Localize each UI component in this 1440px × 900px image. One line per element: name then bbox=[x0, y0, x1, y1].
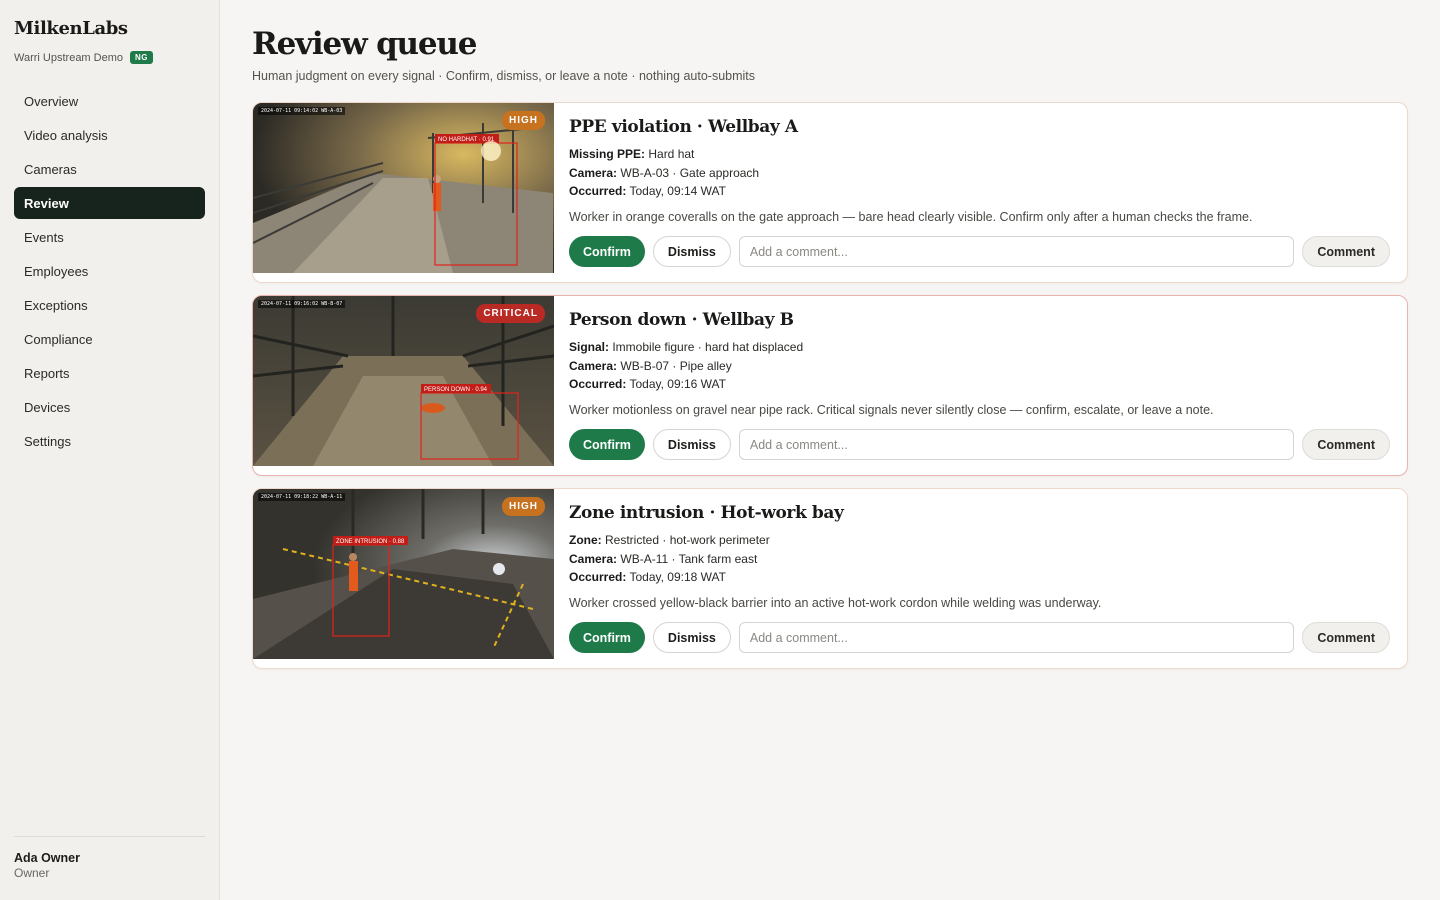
sidebar-item-devices[interactable]: Devices bbox=[14, 391, 205, 423]
page-title: Review queue bbox=[252, 26, 477, 62]
severity-badge: CRITICAL bbox=[476, 304, 545, 323]
meta-label: Signal: bbox=[569, 340, 610, 354]
meta-value: WB-A-11 · Tank farm east bbox=[617, 552, 758, 566]
meta-label: Camera: bbox=[569, 359, 618, 373]
card-description: Worker motionless on gravel near pipe ra… bbox=[569, 403, 1214, 417]
severity-badge: HIGH bbox=[502, 497, 545, 516]
detection-label: PERSON DOWN · 0.94 bbox=[424, 387, 488, 393]
user-role: Owner bbox=[14, 866, 50, 880]
camera-thumbnail[interactable]: ZONE INTRUSION · 0.88 2024-07-11 09:18:2… bbox=[253, 489, 554, 659]
meta-value: Today, 09:14 WAT bbox=[626, 184, 726, 198]
camera-thumbnail[interactable]: PERSON DOWN · 0.94 2024-07-11 09:16:02 W… bbox=[253, 296, 554, 466]
camera-thumbnail[interactable]: NO HARDHAT · 0.91 2024-07-11 09:14:02 WB… bbox=[253, 103, 554, 273]
meta-missing-ppe: Missing PPE: Hard hat bbox=[569, 147, 694, 161]
page-subtitle: Human judgment on every signal · Confirm… bbox=[252, 69, 756, 83]
sidebar-item-compliance[interactable]: Compliance bbox=[14, 323, 205, 355]
sidebar-item-video-analysis[interactable]: Video analysis bbox=[14, 119, 205, 151]
comment-input[interactable] bbox=[738, 429, 1295, 460]
thumbnail-timestamp: 2024-07-11 09:14:02 WB-A-03 bbox=[258, 107, 346, 115]
meta-occurred: Occurred: Today, 09:14 WAT bbox=[569, 184, 726, 198]
meta-occurred: Occurred: Today, 09:18 WAT bbox=[569, 570, 726, 584]
review-card: NO HARDHAT · 0.91 2024-07-11 09:14:02 WB… bbox=[252, 102, 1408, 283]
detection-label: ZONE INTRUSION · 0.88 bbox=[336, 539, 405, 545]
org-name: Warri Upstream Demo bbox=[14, 51, 123, 64]
review-card: ZONE INTRUSION · 0.88 2024-07-11 09:18:2… bbox=[252, 488, 1408, 669]
meta-value: WB-A-03 · Gate approach bbox=[617, 166, 760, 180]
meta-signal: Signal: Immobile figure · hard hat displ… bbox=[569, 340, 803, 354]
card-actions: Confirm Dismiss Comment bbox=[569, 429, 1390, 460]
meta-camera: Camera: WB-B-07 · Pipe alley bbox=[569, 359, 732, 373]
brand-logo[interactable]: MilkenLabs bbox=[14, 18, 128, 39]
sidebar-item-reports[interactable]: Reports bbox=[14, 357, 205, 389]
meta-label: Occurred: bbox=[569, 184, 627, 198]
card-title: Zone intrusion · Hot-work bay bbox=[569, 503, 844, 523]
comment-input[interactable] bbox=[738, 622, 1295, 653]
meta-label: Missing PPE: bbox=[569, 147, 646, 161]
severity-badge: HIGH bbox=[502, 111, 545, 130]
user-profile[interactable]: Ada Owner Owner bbox=[14, 836, 205, 880]
meta-label: Camera: bbox=[569, 552, 618, 566]
meta-label: Occurred: bbox=[569, 377, 627, 391]
meta-value: Hard hat bbox=[645, 147, 695, 161]
meta-value: Today, 09:18 WAT bbox=[626, 570, 726, 584]
comment-button[interactable]: Comment bbox=[1302, 236, 1390, 267]
card-title: Person down · Wellbay B bbox=[569, 310, 794, 330]
sidebar: MilkenLabs Warri Upstream Demo NG Overvi… bbox=[0, 0, 220, 900]
region-badge: NG bbox=[130, 51, 153, 64]
card-title: PPE violation · Wellbay A bbox=[569, 117, 798, 137]
meta-zone: Zone: Restricted · hot-work perimeter bbox=[569, 533, 770, 547]
confirm-button[interactable]: Confirm bbox=[569, 622, 645, 653]
sidebar-item-settings[interactable]: Settings bbox=[14, 425, 205, 457]
card-body: Person down · Wellbay B Signal: Immobile… bbox=[569, 296, 1407, 475]
card-body: PPE violation · Wellbay A Missing PPE: H… bbox=[569, 103, 1407, 282]
thumbnail-timestamp: 2024-07-11 09:16:02 WB-B-07 bbox=[258, 300, 346, 308]
dismiss-button[interactable]: Dismiss bbox=[652, 622, 731, 653]
detection-label: NO HARDHAT · 0.91 bbox=[438, 137, 495, 143]
confirm-button[interactable]: Confirm bbox=[569, 236, 645, 267]
meta-value: Immobile figure · hard hat displaced bbox=[609, 340, 804, 354]
meta-value: WB-B-07 · Pipe alley bbox=[617, 359, 732, 373]
comment-button[interactable]: Comment bbox=[1302, 429, 1390, 460]
sidebar-item-employees[interactable]: Employees bbox=[14, 255, 205, 287]
sidebar-item-exceptions[interactable]: Exceptions bbox=[14, 289, 205, 321]
card-description: Worker in orange coveralls on the gate a… bbox=[569, 210, 1253, 224]
confirm-button[interactable]: Confirm bbox=[569, 429, 645, 460]
comment-input[interactable] bbox=[738, 236, 1295, 267]
comment-button[interactable]: Comment bbox=[1302, 622, 1390, 653]
meta-label: Camera: bbox=[569, 166, 618, 180]
sidebar-item-overview[interactable]: Overview bbox=[14, 85, 205, 117]
card-actions: Confirm Dismiss Comment bbox=[569, 236, 1390, 267]
sidebar-item-cameras[interactable]: Cameras bbox=[14, 153, 205, 185]
thumbnail-timestamp: 2024-07-11 09:18:22 WB-A-11 bbox=[258, 493, 346, 501]
card-body: Zone intrusion · Hot-work bay Zone: Rest… bbox=[569, 489, 1407, 668]
meta-label: Occurred: bbox=[569, 570, 627, 584]
meta-value: Restricted · hot-work perimeter bbox=[601, 533, 770, 547]
sidebar-item-events[interactable]: Events bbox=[14, 221, 205, 253]
card-actions: Confirm Dismiss Comment bbox=[569, 622, 1390, 653]
org-switcher[interactable]: Warri Upstream Demo NG bbox=[14, 51, 153, 64]
meta-label: Zone: bbox=[569, 533, 602, 547]
dismiss-button[interactable]: Dismiss bbox=[652, 429, 731, 460]
user-name: Ada Owner bbox=[14, 851, 80, 865]
meta-value: Today, 09:16 WAT bbox=[626, 377, 726, 391]
meta-occurred: Occurred: Today, 09:16 WAT bbox=[569, 377, 726, 391]
meta-camera: Camera: WB-A-11 · Tank farm east bbox=[569, 552, 757, 566]
dismiss-button[interactable]: Dismiss bbox=[652, 236, 731, 267]
card-description: Worker crossed yellow-black barrier into… bbox=[569, 596, 1102, 610]
sidebar-item-review[interactable]: Review bbox=[14, 187, 205, 219]
review-card: PERSON DOWN · 0.94 2024-07-11 09:16:02 W… bbox=[252, 295, 1408, 476]
sidebar-nav: Overview Video analysis Cameras Review E… bbox=[14, 85, 205, 459]
meta-camera: Camera: WB-A-03 · Gate approach bbox=[569, 166, 759, 180]
